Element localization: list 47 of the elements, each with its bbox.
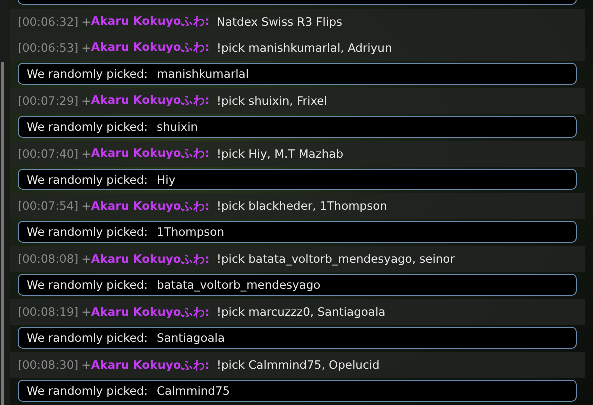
username[interactable]: Akaru Kokuyoふわ: (91, 14, 210, 30)
picked-name: Santiagoala (157, 331, 226, 346)
timestamp: [00:06:53] (18, 40, 79, 55)
pick-label: We randomly picked: (27, 225, 148, 240)
picked-name: Hiy (157, 172, 176, 187)
picked-name: shuixin (157, 120, 198, 134)
picked-name: 1Thompson (157, 225, 224, 240)
picked-name: batata_voltorb_mendesyago (157, 278, 321, 292)
timestamp: [00:08:08] (18, 252, 79, 266)
pick-label: We randomly picked: (27, 278, 148, 292)
message-text: !pick Hiy, M.T Mazhab (216, 146, 344, 161)
message-text: !pick manishkumarlal, Adriyun (216, 40, 392, 55)
user-rank: + (82, 146, 92, 161)
scrollbar[interactable] (1, 62, 4, 405)
user-rank: + (82, 305, 92, 320)
pick-label: We randomly picked: (27, 384, 148, 398)
timestamp: [00:07:40] (18, 146, 79, 161)
username[interactable]: Akaru Kokuyoふわ: (91, 40, 210, 56)
timestamp: [00:07:29] (18, 94, 79, 108)
user-rank: + (82, 252, 92, 266)
timestamp: [00:08:30] (18, 358, 79, 372)
pick-label: We randomly picked: (27, 66, 148, 81)
user-rank: + (82, 40, 92, 55)
username[interactable]: Akaru Kokuyoふわ: (91, 304, 210, 320)
user-rank: + (82, 94, 92, 108)
username[interactable]: Akaru Kokuyoふわ: (91, 252, 210, 267)
message-text: !pick Calmmind75, Opelucid (216, 358, 380, 372)
pick-label: We randomly picked: (27, 331, 148, 346)
timestamp: [00:06:32] (18, 14, 79, 29)
user-rank: + (82, 199, 92, 214)
user-rank: + (82, 358, 92, 372)
username[interactable]: Akaru Kokuyoふわ: (91, 93, 210, 108)
username[interactable]: Akaru Kokuyoふわ: (91, 358, 210, 373)
timestamp: [00:07:54] (18, 199, 79, 214)
username[interactable]: Akaru Kokuyoふわ: (91, 146, 210, 162)
message-text: !pick batata_voltorb_mendesyago, seinor (216, 252, 455, 266)
user-rank: + (82, 14, 92, 29)
pick-label: We randomly picked: (27, 120, 148, 134)
message-text: !pick marcuzzz0, Santiagoala (216, 305, 386, 320)
pick-label: We randomly picked: (27, 172, 148, 187)
picked-name: Calmmind75 (157, 384, 230, 398)
username[interactable]: Akaru Kokuyoふわ: (91, 198, 210, 214)
message-text: !pick shuixin, Frixel (216, 94, 328, 108)
message-text: !pick blackheder, 1Thompson (216, 199, 388, 214)
picked-name: manishkumarlal (157, 66, 250, 81)
message-text: Natdex Swiss R3 Flips (216, 14, 342, 29)
timestamp: [00:08:19] (18, 305, 79, 320)
